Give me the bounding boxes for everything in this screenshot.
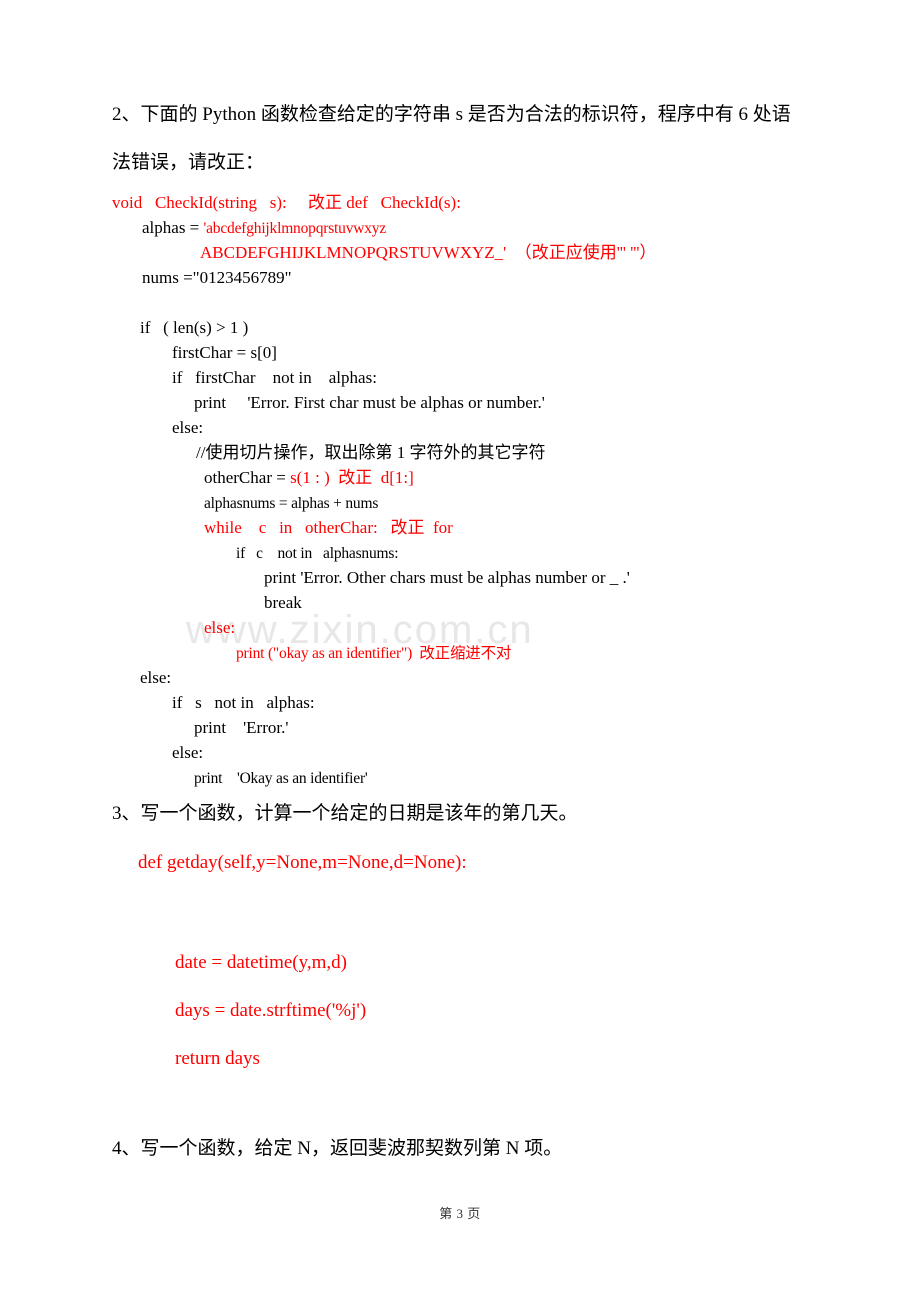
code-line: alphasnums = alphas + nums bbox=[0, 490, 920, 515]
code-text: else: bbox=[172, 418, 204, 437]
code-line: otherChar = s(1 : ) 改正 d[1:] bbox=[0, 465, 920, 490]
code-text: if ( len(s) > 1 ) bbox=[140, 318, 249, 337]
answer-code-line: def getday(self,y=None,m=None,d=None): bbox=[138, 852, 467, 873]
code-line: print 'Error.' bbox=[0, 715, 920, 740]
code-text: print 'Okay as an identifier' bbox=[194, 770, 368, 787]
code-text: alphas = bbox=[142, 218, 204, 237]
page-number-footer: 第 3 页 bbox=[439, 1206, 481, 1221]
code-text: firstChar = s[0] bbox=[172, 343, 277, 362]
code-line: if firstChar not in alphas: bbox=[0, 365, 920, 390]
question-4-heading: 4、写一个函数，给定 N，返回斐波那契数列第 N 项。 bbox=[112, 1138, 563, 1159]
code-text: print 'Error. First char must be alphas … bbox=[194, 393, 545, 412]
code-text: print 'Error. Other chars must be alphas… bbox=[264, 568, 630, 587]
code-line: firstChar = s[0] bbox=[0, 340, 920, 365]
code-text: nums ="0123456789" bbox=[142, 268, 292, 287]
code-line: nums ="0123456789" bbox=[0, 265, 920, 290]
code-correction-text: print ("okay as an identifier") 改正缩进不对 bbox=[236, 645, 512, 662]
code-line: print 'Okay as an identifier' bbox=[0, 765, 920, 790]
code-correction-text: s(1 : ) 改正 d[1:] bbox=[290, 468, 414, 487]
code-text: print 'Error.' bbox=[194, 718, 289, 737]
code-line: if s not in alphas: bbox=[0, 690, 920, 715]
question-2-heading-line-2: 法错误，请改正： bbox=[112, 152, 265, 173]
answer-code-line: return days bbox=[175, 1048, 260, 1069]
answer-code-line: date = datetime(y,m,d) bbox=[175, 952, 347, 973]
answer-code-line: days = date.strftime('%j') bbox=[175, 1000, 367, 1021]
code-correction-text: void CheckId(string s): bbox=[112, 193, 308, 212]
code-line: print 'Error. Other chars must be alphas… bbox=[0, 565, 920, 590]
code-text: break bbox=[264, 593, 302, 612]
code-line: else: bbox=[0, 740, 920, 765]
code-text: if c not in alphasnums: bbox=[236, 545, 399, 562]
code-text: otherChar = bbox=[204, 468, 291, 487]
code-correction-text: 'abcdefghijklmnopqrstuvwxyz bbox=[203, 220, 387, 237]
code-line: void CheckId(string s): 改正 def CheckId(s… bbox=[0, 190, 920, 215]
code-line: print 'Error. First char must be alphas … bbox=[0, 390, 920, 415]
code-line: else: bbox=[0, 615, 920, 640]
code-line: break bbox=[0, 590, 920, 615]
code-text: else: bbox=[172, 743, 204, 762]
document-page: www.zixin.com.cn 2、下面的 Python 函数检查给定的字符串… bbox=[0, 0, 920, 1302]
code-text: else: bbox=[140, 668, 172, 687]
code-line: if c not in alphasnums: bbox=[0, 540, 920, 565]
code-line: else: bbox=[0, 665, 920, 690]
code-correction-text: while c in otherChar: 改正 for bbox=[204, 518, 453, 537]
code-text: if firstChar not in alphas: bbox=[172, 368, 377, 387]
code-line: while c in otherChar: 改正 for bbox=[0, 515, 920, 540]
code-text: //使用切片操作，取出除第 1 字符外的其它字符 bbox=[196, 443, 546, 462]
code-line: //使用切片操作，取出除第 1 字符外的其它字符 bbox=[0, 440, 920, 465]
question-2-code-block: void CheckId(string s): 改正 def CheckId(s… bbox=[0, 190, 920, 790]
code-text: alphasnums = alphas + nums bbox=[204, 495, 379, 512]
code-text: if s not in alphas: bbox=[172, 693, 315, 712]
code-line: alphas = 'abcdefghijklmnopqrstuvwxyz bbox=[0, 215, 920, 240]
question-2-heading-line-1: 2、下面的 Python 函数检查给定的字符串 s 是否为合法的标识符，程序中有… bbox=[112, 104, 791, 125]
question-3-heading: 3、写一个函数，计算一个给定的日期是该年的第几天。 bbox=[112, 803, 578, 824]
code-correction-text: （改正应使用''' '''） bbox=[506, 243, 657, 262]
code-line: print ("okay as an identifier") 改正缩进不对 bbox=[0, 640, 920, 665]
code-correction-text: ABCDEFGHIJKLMNOPQRSTUVWXYZ_' bbox=[200, 243, 507, 262]
code-line: else: bbox=[0, 415, 920, 440]
code-line: if ( len(s) > 1 ) bbox=[0, 315, 920, 340]
code-correction-text: 改正 def CheckId(s): bbox=[307, 193, 461, 212]
code-line: ABCDEFGHIJKLMNOPQRSTUVWXYZ_' （改正应使用''' '… bbox=[0, 240, 920, 265]
code-correction-text: else: bbox=[204, 618, 236, 637]
